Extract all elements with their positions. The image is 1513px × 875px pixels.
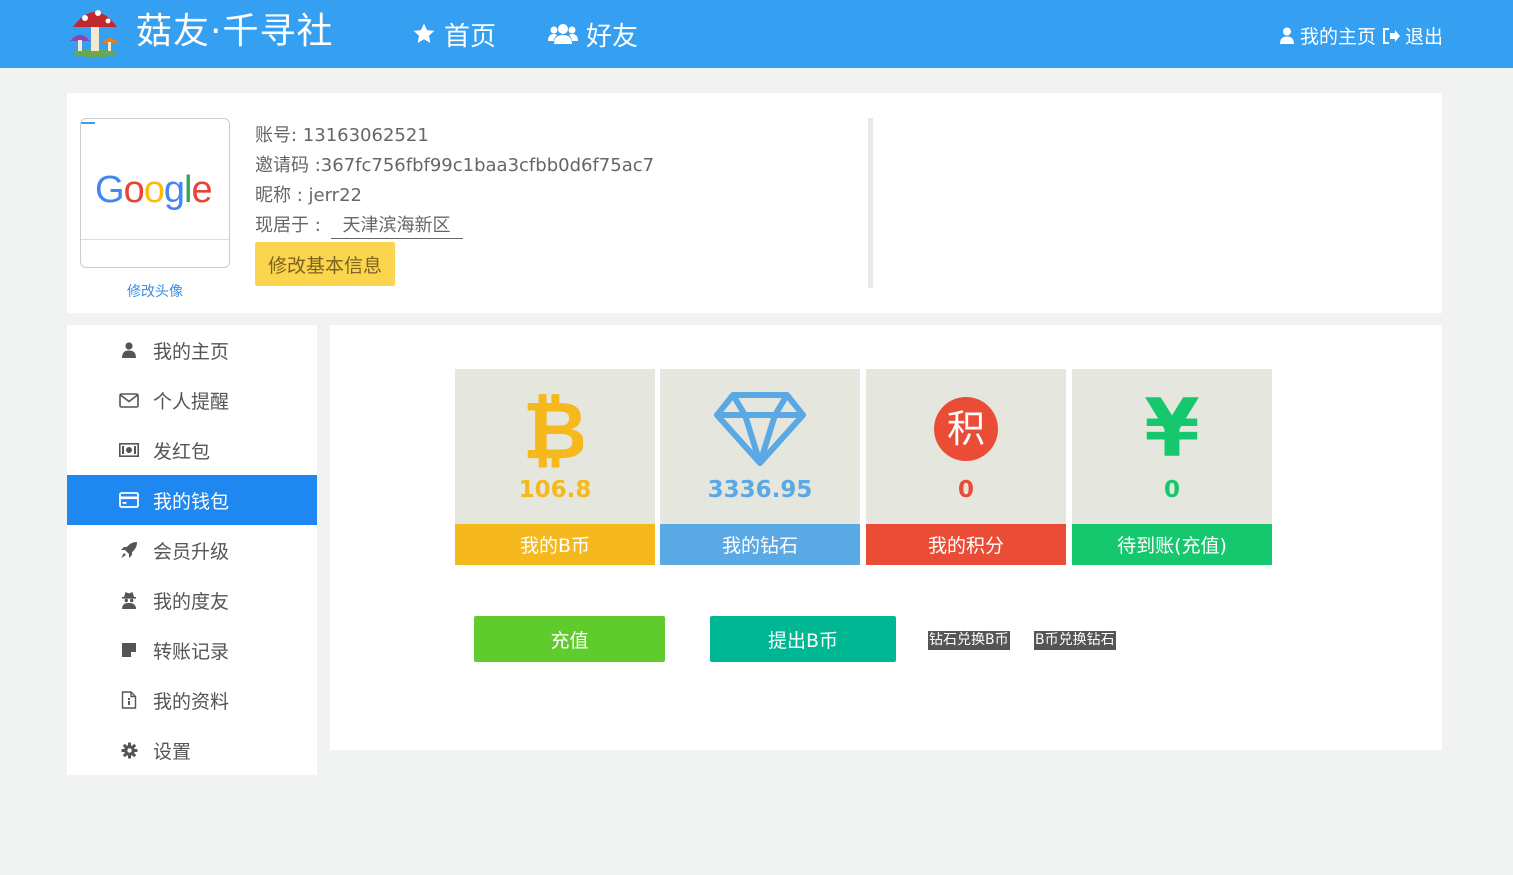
wallet-panel: ₿ 106.8 我的B币 3336.95 我的钻石 积 0 我的积分 ¥ 0 待… xyxy=(330,325,1442,750)
stat-card-points[interactable]: 积 0 我的积分 xyxy=(866,369,1066,565)
logout-link[interactable]: 退出 xyxy=(1382,22,1443,49)
invite-label: 邀请码 : xyxy=(255,155,321,176)
b-coin-to-diamond-button[interactable]: B币兑换钻石 xyxy=(1034,631,1116,650)
avatar-google-logo: Google xyxy=(95,169,213,212)
user-icon xyxy=(1279,27,1294,44)
stat-value-b-coin: 106.8 xyxy=(518,477,592,503)
invite-code-value: 367fc756fbf99c1baa3cfbb0d6f75ac7 xyxy=(320,155,655,176)
bitcoin-icon: ₿ xyxy=(527,390,583,468)
top-navbar: 菇友·千寻社 首页 好友 我的主页 退出 xyxy=(0,0,1513,68)
nav-friends-label: 好友 xyxy=(586,21,639,52)
sidebar-item-label: 我的度友 xyxy=(153,590,230,613)
users-icon xyxy=(548,24,578,44)
location-row: 现居于 : 天津滨海新区 xyxy=(255,211,654,241)
diamond-to-b-coin-button[interactable]: 钻石兑换B币 xyxy=(928,631,1010,650)
nav-home-label: 首页 xyxy=(444,21,497,52)
sidebar-item-label: 个人提醒 xyxy=(153,390,230,413)
recharge-button[interactable]: 充值 xyxy=(474,616,665,662)
sidebar-item-my-files[interactable]: 我的资料 xyxy=(67,675,317,725)
sticky-note-icon xyxy=(119,640,139,660)
location-value: 天津滨海新区 xyxy=(330,214,463,239)
invite-row: 邀请码 :367fc756fbf99c1baa3cfbb0d6f75ac7 xyxy=(255,151,654,181)
my-home-label: 我的主页 xyxy=(1299,26,1376,48)
sidebar-item-label: 我的钱包 xyxy=(153,490,230,513)
sidebar-item-label: 我的资料 xyxy=(153,690,230,713)
svg-text:₿: ₿ xyxy=(527,390,583,468)
avatar[interactable]: Google xyxy=(80,118,230,268)
withdraw-b-coin-button[interactable]: 提出B币 xyxy=(710,616,896,662)
avatar-corner-mark xyxy=(81,122,95,124)
yen-icon: ¥ xyxy=(1144,394,1200,464)
nickname-label: 昵称 : xyxy=(255,185,309,206)
change-avatar-link[interactable]: 修改头像 xyxy=(80,281,230,301)
stat-value-pending: 0 xyxy=(1163,477,1180,503)
google-o2: o xyxy=(143,169,165,211)
account-row: 账号: 13163062521 xyxy=(255,121,654,151)
logout-label: 退出 xyxy=(1404,26,1443,48)
user-icon xyxy=(119,340,139,360)
sidebar-item-label: 会员升级 xyxy=(153,540,230,563)
nickname-row: 昵称 : jerr22 xyxy=(255,181,654,211)
account-label: 账号: xyxy=(255,125,303,146)
credit-card-icon xyxy=(119,490,139,510)
google-g2: g xyxy=(163,169,185,211)
site-brand[interactable]: 菇友·千寻社 xyxy=(136,8,333,56)
user-links: 我的主页 退出 xyxy=(1279,22,1443,49)
nickname-value: jerr22 xyxy=(308,185,362,206)
sidebar-item-red-packet[interactable]: 发红包 xyxy=(67,425,317,475)
sidebar-item-label: 转账记录 xyxy=(153,640,230,663)
sidebar-item-reminders[interactable]: 个人提醒 xyxy=(67,375,317,425)
file-icon xyxy=(119,690,139,710)
avatar-divider xyxy=(81,239,229,240)
nav-home[interactable]: 首页 xyxy=(412,16,496,52)
sidebar-item-wallet[interactable]: 我的钱包 xyxy=(67,475,317,525)
account-value: 13163062521 xyxy=(302,125,429,146)
location-label: 现居于 : xyxy=(255,215,327,236)
stat-label-points: 我的积分 xyxy=(866,524,1066,565)
stat-icon-wrap xyxy=(660,389,860,469)
sidebar-item-friends[interactable]: 我的度友 xyxy=(67,575,317,625)
stat-value-points: 0 xyxy=(957,477,974,503)
svg-text:¥: ¥ xyxy=(1144,394,1200,464)
sidebar-item-transfer-records[interactable]: 转账记录 xyxy=(67,625,317,675)
sidebar-item-upgrade[interactable]: 会员升级 xyxy=(67,525,317,575)
nav-friends[interactable]: 好友 xyxy=(548,16,638,52)
stat-label-diamond: 我的钻石 xyxy=(660,524,860,565)
sidebar-item-label: 我的主页 xyxy=(153,340,230,363)
svg-text:积: 积 xyxy=(947,407,985,451)
rocket-icon xyxy=(119,540,139,560)
sign-out-icon xyxy=(1382,27,1400,44)
money-icon xyxy=(119,440,139,460)
sidebar-item-my-home[interactable]: 我的主页 xyxy=(67,325,317,375)
edit-basic-info-button[interactable]: 修改基本信息 xyxy=(255,242,395,286)
gear-icon xyxy=(119,740,139,760)
user-secret-icon xyxy=(119,590,139,610)
stat-card-diamond[interactable]: 3336.95 我的钻石 xyxy=(660,369,860,565)
my-home-link[interactable]: 我的主页 xyxy=(1279,22,1376,49)
sidebar-item-label: 设置 xyxy=(153,740,192,763)
stat-icon-wrap: ₿ xyxy=(455,389,655,469)
stat-label-pending: 待到账(充值) xyxy=(1072,524,1272,565)
profile-card: Google 修改头像 账号: 13163062521 邀请码 :367fc75… xyxy=(67,93,1442,313)
mushroom-logo-icon[interactable] xyxy=(68,3,122,57)
stat-value-diamond: 3336.95 xyxy=(707,477,813,503)
envelope-icon xyxy=(119,390,139,410)
stat-icon-wrap: ¥ xyxy=(1072,389,1272,469)
google-g1: G xyxy=(95,169,125,211)
profile-info: 账号: 13163062521 邀请码 :367fc756fbf99c1baa3… xyxy=(255,121,654,241)
sidebar-menu: 我的主页 个人提醒 发红包 我的钱包 会员升级 我的度友 转账记录 我的资料 设… xyxy=(67,325,317,775)
profile-divider xyxy=(868,118,873,288)
stat-card-b-coin[interactable]: ₿ 106.8 我的B币 xyxy=(455,369,655,565)
stat-card-pending[interactable]: ¥ 0 待到账(充值) xyxy=(1072,369,1272,565)
google-e: e xyxy=(191,169,212,211)
points-icon: 积 xyxy=(934,397,998,461)
star-icon xyxy=(413,23,435,43)
stat-icon-wrap: 积 xyxy=(866,389,1066,469)
diamond-icon xyxy=(714,392,806,466)
stat-label-b-coin: 我的B币 xyxy=(455,524,655,565)
sidebar-item-settings[interactable]: 设置 xyxy=(67,725,317,775)
sidebar-item-label: 发红包 xyxy=(153,440,211,463)
google-o1: o xyxy=(123,169,145,211)
